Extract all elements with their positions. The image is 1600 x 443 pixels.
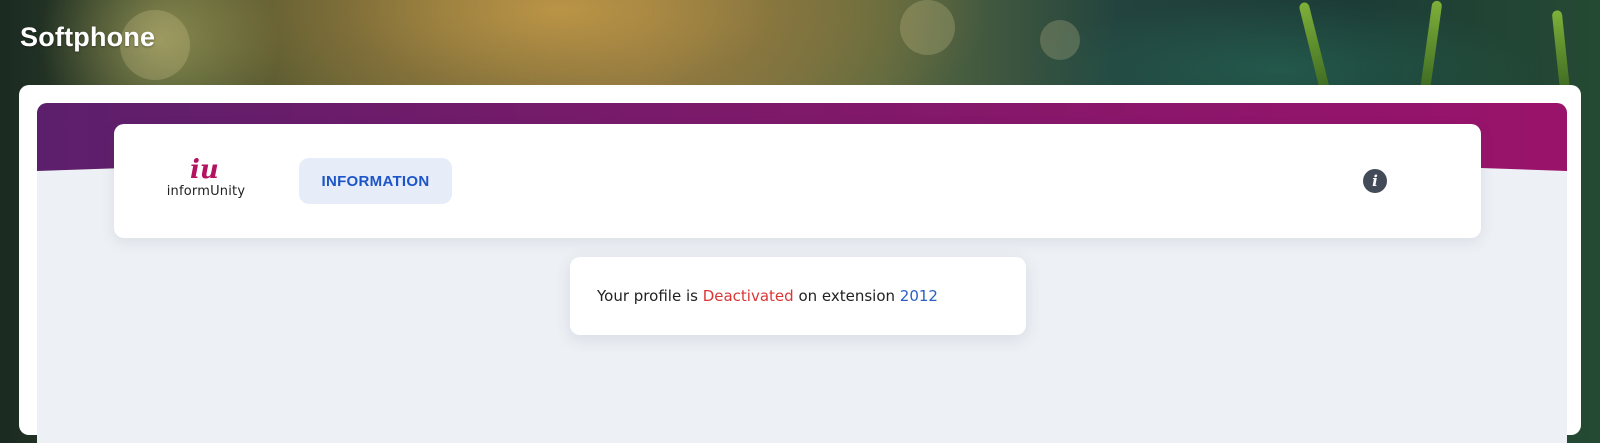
status-prefix: Your profile is <box>597 287 703 305</box>
app-title: Softphone <box>20 22 156 52</box>
status-extension: 2012 <box>899 287 938 305</box>
content-panel: iu informUnity INFORMATION i Your profil… <box>37 103 1567 443</box>
header-card: iu informUnity INFORMATION i <box>114 124 1481 238</box>
background-grass <box>1298 1 1330 92</box>
tab-information[interactable]: INFORMATION <box>299 158 452 204</box>
background-bokeh <box>1040 20 1080 60</box>
profile-status-card: Your profile is Deactivated on extension… <box>570 257 1026 335</box>
main-card: iu informUnity INFORMATION i Your profil… <box>19 85 1581 443</box>
status-middle: on extension <box>793 287 900 305</box>
background-bokeh <box>900 0 955 55</box>
logo-name: informUnity <box>166 184 246 199</box>
background-grass <box>1420 0 1443 91</box>
info-icon[interactable]: i <box>1363 169 1387 193</box>
status-state: Deactivated <box>702 287 794 305</box>
informunity-logo: iu informUnity <box>166 156 246 208</box>
svg-text:iu: iu <box>190 156 219 182</box>
logo-mark-icon: iu <box>190 156 219 182</box>
background-grass <box>1551 9 1570 91</box>
